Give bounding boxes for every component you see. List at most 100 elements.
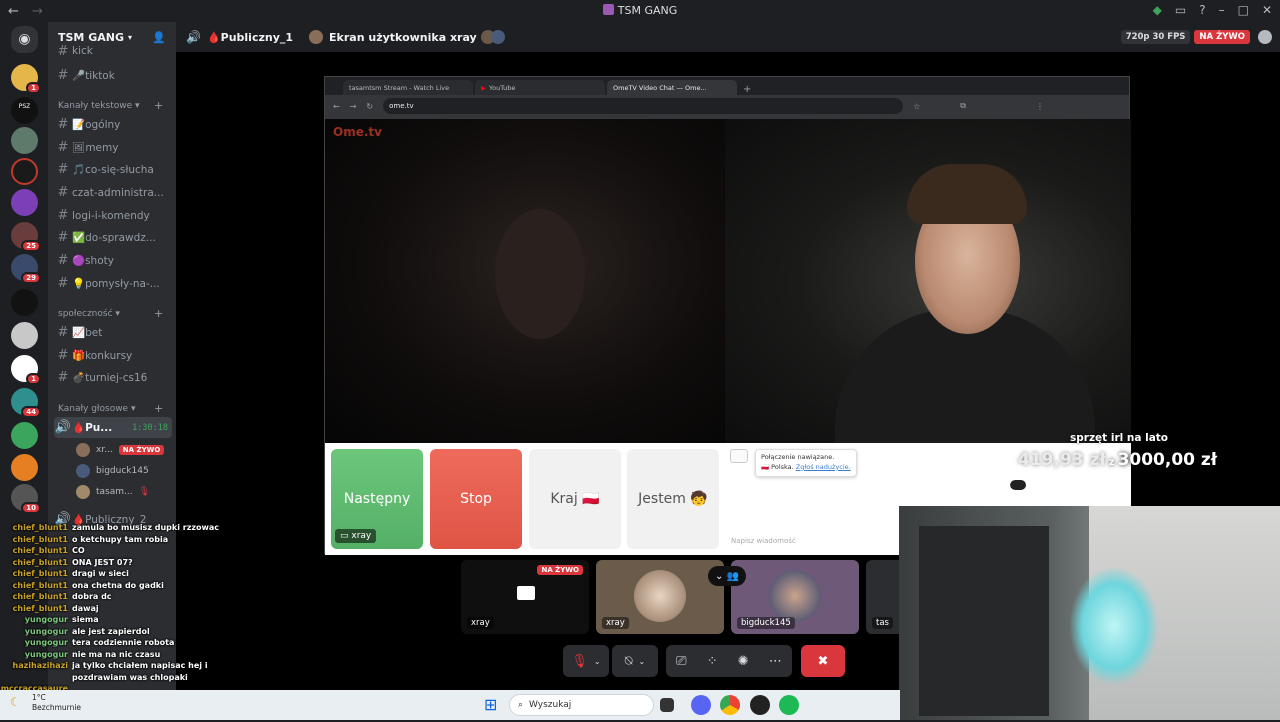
discord-icon[interactable] — [691, 695, 711, 715]
forward-icon[interactable]: → — [350, 102, 357, 111]
channel-item[interactable]: # ✅do-sprawdz... — [54, 227, 172, 248]
server-icon[interactable] — [11, 289, 38, 316]
add-member-icon[interactable]: 👤 — [152, 31, 166, 44]
country-button[interactable]: Kraj 🇵🇱 — [529, 449, 621, 549]
server-icon[interactable]: 29 — [11, 254, 41, 284]
server-icon[interactable]: PSZ — [11, 97, 38, 124]
collapse-participants-button[interactable]: ⌄ 👥 — [708, 566, 746, 586]
chat-icon[interactable] — [1258, 30, 1272, 44]
avatar — [76, 443, 90, 457]
url-input[interactable]: ome.tv — [383, 98, 904, 114]
close-icon[interactable]: ✕ — [1262, 3, 1272, 17]
chat-text: ale jest zapierdol — [72, 626, 150, 636]
chat-text: CO — [72, 546, 85, 555]
report-link[interactable]: Zgłoś nadużycie. — [796, 463, 851, 471]
chat-message: hazihazihazi ja tylko chciałem napisac he… — [0, 660, 240, 672]
discord-home-icon[interactable]: ◉ — [11, 26, 38, 53]
new-tab-icon[interactable]: + — [743, 84, 751, 95]
reload-icon[interactable]: ↻ — [366, 102, 373, 111]
taskbar-search[interactable]: ⌕ Wyszukaj — [509, 694, 654, 716]
browser-tab[interactable]: ▶ YouTube — [475, 80, 605, 95]
voice-channel-active[interactable]: 🔊 🩸Pu... 1:30:18 — [54, 417, 172, 438]
server-icon[interactable] — [11, 189, 38, 216]
server-icon[interactable]: 10 — [11, 484, 41, 514]
mute-mic-button[interactable]: 🎙 ⌄ — [563, 645, 609, 677]
chat-text: ja tylko chciałem napisac hej i — [72, 661, 208, 670]
mute-icon: 🎙 — [138, 487, 151, 497]
chevron-down-icon: ▾ — [127, 32, 132, 42]
browser-tab[interactable]: tasamtsm Stream - Watch Live — [343, 80, 473, 95]
channel-item[interactable]: # 💣turniej-cs16 — [54, 367, 172, 388]
windows-start-icon[interactable]: ⊞ — [484, 695, 504, 715]
message-input[interactable]: Napisz wiadomość — [731, 537, 796, 545]
channel-item[interactable]: # 🟣shoty — [54, 250, 172, 271]
avatar — [490, 30, 505, 44]
server-icon[interactable] — [11, 158, 38, 185]
plus-icon[interactable]: + — [154, 402, 163, 415]
extensions-icon[interactable]: ⧉ — [960, 101, 966, 111]
participant-tile[interactable]: NA ŻYWO xray — [461, 560, 589, 634]
quality-badge: 720p 30 FPS — [1120, 30, 1191, 44]
channel-item[interactable]: # 🖼memy — [54, 137, 172, 158]
chat-message: chief_blunt1 ONA JEST 07? — [0, 557, 240, 569]
plus-icon[interactable]: + — [154, 99, 163, 112]
channel-item[interactable]: # 💡pomysły-na-... — [54, 273, 172, 294]
server-icon[interactable] — [11, 322, 38, 349]
server-icon[interactable] — [11, 454, 38, 481]
activities-icon[interactable]: ⁘ — [707, 654, 718, 669]
maximize-icon[interactable]: □ — [1238, 3, 1249, 17]
avatar — [634, 570, 686, 622]
task-view-icon[interactable] — [660, 698, 674, 712]
gender-button[interactable]: Jestem 🧒 — [627, 449, 719, 549]
chat-username: hazihazihazi — [12, 661, 68, 670]
channel-item[interactable]: # czat-administra... — [54, 182, 172, 203]
server-icon[interactable]: 44 — [11, 388, 41, 418]
chrome-icon[interactable] — [720, 695, 740, 715]
participant-tile[interactable]: xray — [596, 560, 724, 634]
ome-video-area: Ome.tv — [325, 119, 1131, 443]
window-title: TSM GANG — [0, 4, 1280, 17]
voice-user[interactable]: xr... NA ŻYWO — [76, 440, 165, 460]
screen-share-icon[interactable]: ⎚ — [676, 654, 686, 669]
server-icon[interactable] — [11, 422, 38, 449]
server-icon[interactable]: 1 — [11, 64, 41, 94]
plus-icon[interactable]: + — [154, 307, 163, 320]
stop-button[interactable]: Stop — [430, 449, 522, 549]
windows-taskbar: ☾ 1°C Bezchmurnie ⊞ ⌕ Wyszukaj — [0, 690, 900, 720]
obs-icon[interactable] — [750, 695, 770, 715]
menu-dots-icon[interactable]: ⋮ — [1036, 102, 1044, 111]
channel-tiktok[interactable]: # 🎤tiktok — [54, 65, 172, 86]
category-voice[interactable]: Kanały głosowe ▾ + — [58, 402, 163, 415]
camera-button[interactable]: ⍉ ⌄ — [612, 645, 658, 677]
channel-item[interactable]: # logi-i-komendy — [54, 205, 172, 226]
spotify-icon[interactable] — [779, 695, 799, 715]
channel-item[interactable]: # 🎁konkursy — [54, 345, 172, 366]
channel-item[interactable]: # 🎵co-się-słucha — [54, 159, 172, 180]
participant-tile[interactable]: bigduck145 — [731, 560, 859, 634]
back-icon[interactable]: ← — [333, 102, 340, 111]
leaf-icon[interactable]: ◆ — [1153, 3, 1162, 17]
weather-widget[interactable]: ☾ 1°C Bezchmurnie — [10, 693, 81, 713]
disconnect-button[interactable]: ✖ — [801, 645, 845, 677]
voice-user[interactable]: tasam... 🎙 — [76, 482, 150, 502]
minimize-icon[interactable]: – — [1219, 3, 1225, 17]
server-icon[interactable]: 1 — [11, 355, 41, 385]
category-social[interactable]: społeczność ▾ + — [58, 307, 163, 320]
chat-text: dawaj — [72, 603, 99, 613]
channel-kick[interactable]: # kick — [54, 44, 172, 58]
server-icon[interactable] — [11, 127, 38, 154]
bookmark-star-icon[interactable]: ☆ — [913, 102, 920, 111]
soundboard-icon[interactable]: ✺ — [738, 654, 749, 669]
inbox-icon[interactable]: ▭ — [1175, 3, 1186, 17]
help-icon[interactable]: ? — [1199, 3, 1205, 17]
category-text-channels[interactable]: Kanały tekstowe ▾ + — [58, 99, 163, 112]
channel-item[interactable]: # 📈bet — [54, 322, 172, 343]
chat-message: yungogur tera codziennie robota — [0, 637, 240, 649]
more-icon[interactable]: ⋯ — [769, 654, 782, 669]
chat-username: chief_blunt1 — [12, 534, 68, 544]
speaker-icon: 🔊 — [186, 30, 201, 44]
browser-tab-active[interactable]: OmeTV Video Chat — Ome... — [607, 80, 737, 95]
server-icon[interactable]: 25 — [11, 222, 41, 252]
voice-user[interactable]: bigduck145 — [76, 461, 149, 481]
channel-item[interactable]: # 📝ogólny — [54, 114, 172, 135]
